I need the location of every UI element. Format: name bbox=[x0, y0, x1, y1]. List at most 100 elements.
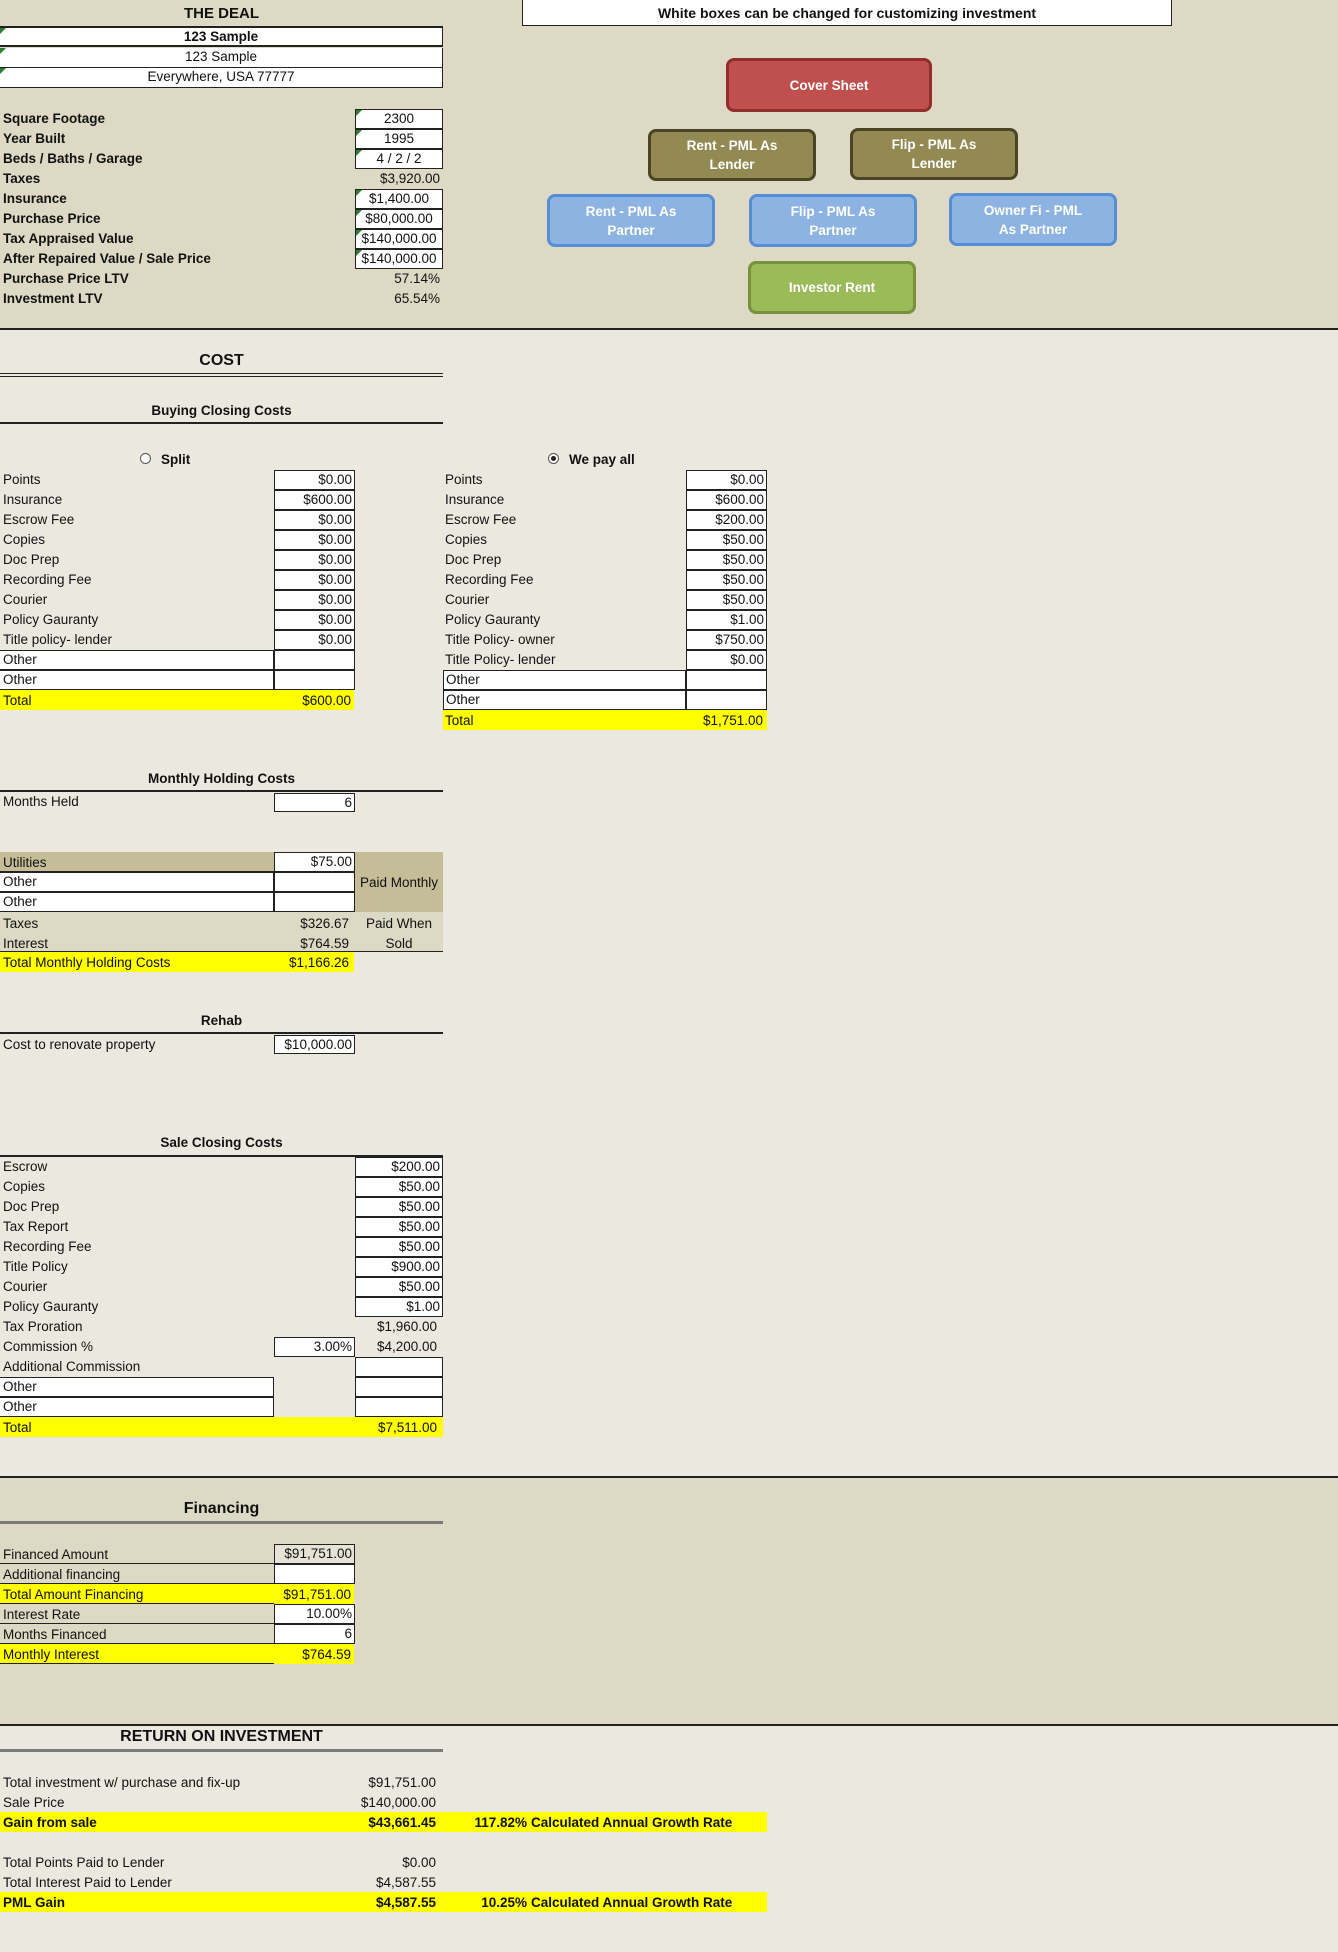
other-label-input[interactable]: Other bbox=[0, 892, 274, 912]
sale-total-value: $7,511.00 bbox=[377, 1420, 437, 1435]
flip-pml-lender-button[interactable]: Flip - PML As Lender bbox=[850, 128, 1018, 180]
wepay-cost-input[interactable]: $50.00 bbox=[686, 590, 767, 610]
paid-monthly-text: Paid Monthly bbox=[359, 874, 439, 890]
split-other-label-input[interactable]: Other bbox=[0, 650, 274, 670]
financing-label: Additional financing bbox=[3, 1567, 121, 1582]
tax-proration-label: Tax Proration bbox=[3, 1319, 83, 1334]
band-divider bbox=[0, 328, 1338, 330]
pml-gain-value: $4,587.55 bbox=[375, 1895, 436, 1910]
wepay-cost-input[interactable] bbox=[686, 690, 767, 710]
wepay-cost-input[interactable]: $1.00 bbox=[686, 610, 767, 630]
wepay-cost-label: Courier bbox=[445, 592, 490, 607]
address-line1[interactable]: 123 Sample bbox=[0, 26, 443, 47]
sale-other-value-input[interactable] bbox=[355, 1397, 443, 1417]
gain-value: $43,661.45 bbox=[368, 1815, 436, 1830]
split-total-label: Total bbox=[3, 693, 32, 708]
financing-input[interactable]: 10.00% bbox=[274, 1604, 355, 1624]
utilities-input[interactable]: $75.00 bbox=[274, 852, 355, 872]
sale-cost-input[interactable]: $50.00 bbox=[355, 1237, 443, 1257]
other-value-input[interactable] bbox=[274, 872, 355, 892]
split-cost-input[interactable] bbox=[274, 650, 355, 670]
deal-property-label: Tax Appraised Value bbox=[3, 231, 134, 246]
wepay-cost-label: Policy Gauranty bbox=[445, 612, 541, 627]
we-pay-all-radio[interactable] bbox=[548, 453, 559, 464]
deal-property-input[interactable]: $1,400.00 bbox=[355, 189, 443, 209]
wepay-other-label-input[interactable]: Other bbox=[443, 690, 686, 710]
sale-closing-title: Sale Closing Costs bbox=[160, 1135, 283, 1150]
split-cost-label: Copies bbox=[3, 532, 46, 547]
wepay-cost-input[interactable]: $600.00 bbox=[686, 490, 767, 510]
split-cost-input[interactable]: $0.00 bbox=[274, 610, 355, 630]
commission-pct-input[interactable]: 3.00% bbox=[274, 1337, 355, 1357]
split-cost-input[interactable]: $600.00 bbox=[274, 490, 355, 510]
other-label-input[interactable]: Other bbox=[0, 872, 274, 892]
wepay-other-label-input[interactable]: Other bbox=[443, 670, 686, 690]
rent-pml-partner-button[interactable]: Rent - PML As Partner bbox=[547, 194, 715, 247]
split-cost-input[interactable]: $0.00 bbox=[274, 530, 355, 550]
sale-cost-input[interactable]: $1.00 bbox=[355, 1297, 443, 1317]
rehab-input[interactable]: $10,000.00 bbox=[274, 1035, 355, 1054]
split-cost-input[interactable]: $0.00 bbox=[274, 510, 355, 530]
deal-property-input[interactable]: 2300 bbox=[355, 109, 443, 129]
rent-pml-lender-button[interactable]: Rent - PML As Lender bbox=[648, 129, 816, 181]
split-cost-input[interactable]: $0.00 bbox=[274, 590, 355, 610]
wepay-cost-label: Doc Prep bbox=[445, 552, 502, 567]
deal-property-input[interactable]: $140,000.00 bbox=[355, 249, 443, 269]
split-cost-input[interactable]: $0.00 bbox=[274, 550, 355, 570]
deal-property-input[interactable]: $80,000.00 bbox=[355, 209, 443, 229]
address-line3[interactable]: Everywhere, USA 77777 bbox=[0, 68, 443, 88]
deal-property-label: Purchase Price bbox=[3, 211, 101, 226]
wepay-cost-input[interactable]: $750.00 bbox=[686, 630, 767, 650]
financing-label: Total Amount Financing bbox=[3, 1587, 144, 1602]
wepay-cost-label: Escrow Fee bbox=[445, 512, 517, 527]
owner-fi-pml-partner-button[interactable]: Owner Fi - PML As Partner bbox=[949, 193, 1117, 246]
deal-property-input[interactable]: 4 / 2 / 2 bbox=[355, 149, 443, 169]
financing-input[interactable]: 6 bbox=[274, 1624, 355, 1644]
sale-other-label-input[interactable]: Other bbox=[0, 1377, 274, 1397]
deal-property-input[interactable]: 1995 bbox=[355, 129, 443, 149]
sale-cost-input[interactable]: $50.00 bbox=[355, 1277, 443, 1297]
commission-value: $4,200.00 bbox=[376, 1339, 437, 1354]
sale-cost-input[interactable]: $200.00 bbox=[355, 1157, 443, 1177]
wepay-cost-input[interactable]: $50.00 bbox=[686, 550, 767, 570]
months-held-input[interactable]: 6 bbox=[274, 793, 355, 812]
wepay-cost-input[interactable]: $200.00 bbox=[686, 510, 767, 530]
wepay-cost-input[interactable]: $50.00 bbox=[686, 570, 767, 590]
sale-total-label: Total bbox=[3, 1420, 32, 1435]
financing-label: Financed Amount bbox=[3, 1547, 109, 1562]
sale-cost-input[interactable]: $50.00 bbox=[355, 1217, 443, 1237]
financing-input[interactable] bbox=[274, 1564, 355, 1584]
split-radio[interactable] bbox=[140, 453, 151, 464]
split-cost-input[interactable]: $0.00 bbox=[274, 630, 355, 650]
sale-cost-label: Policy Gauranty bbox=[3, 1299, 99, 1314]
divider bbox=[0, 1521, 443, 1524]
wepay-cost-input[interactable]: $0.00 bbox=[686, 470, 767, 490]
flip-pml-partner-button[interactable]: Flip - PML As Partner bbox=[749, 194, 917, 247]
sale-other-value-input[interactable] bbox=[355, 1377, 443, 1397]
sale-cost-input[interactable]: $900.00 bbox=[355, 1257, 443, 1277]
wepay-cost-input[interactable] bbox=[686, 670, 767, 690]
wepay-cost-input[interactable]: $0.00 bbox=[686, 650, 767, 670]
split-cost-input[interactable] bbox=[274, 670, 355, 690]
investor-rent-button[interactable]: Investor Rent bbox=[748, 261, 916, 314]
additional-commission-input[interactable] bbox=[355, 1357, 443, 1377]
points-lender-value: $0.00 bbox=[402, 1855, 436, 1870]
sale-cost-input[interactable]: $50.00 bbox=[355, 1197, 443, 1217]
wepay-cost-input[interactable]: $50.00 bbox=[686, 530, 767, 550]
split-other-label-input[interactable]: Other bbox=[0, 670, 274, 690]
split-cost-input[interactable]: $0.00 bbox=[274, 570, 355, 590]
wepay-cost-label: Title Policy- owner bbox=[445, 632, 555, 647]
other-value-input[interactable] bbox=[274, 892, 355, 912]
deal-property-input[interactable]: $140,000.00 bbox=[355, 229, 443, 249]
band-divider bbox=[0, 1476, 1338, 1478]
sale-cost-input[interactable]: $50.00 bbox=[355, 1177, 443, 1197]
split-cost-input[interactable]: $0.00 bbox=[274, 470, 355, 490]
cover-sheet-button[interactable]: Cover Sheet bbox=[726, 58, 932, 112]
holding-total-label: Total Monthly Holding Costs bbox=[3, 955, 171, 970]
interest-lender-label: Total Interest Paid to Lender bbox=[3, 1875, 172, 1890]
divider bbox=[0, 373, 443, 377]
sale-other-label-input[interactable]: Other bbox=[0, 1397, 274, 1417]
address-line2[interactable]: 123 Sample bbox=[0, 48, 443, 68]
financing-input[interactable]: $91,751.00 bbox=[274, 1544, 355, 1564]
gain-rate-label: Calculated Annual Growth Rate bbox=[531, 1815, 733, 1830]
